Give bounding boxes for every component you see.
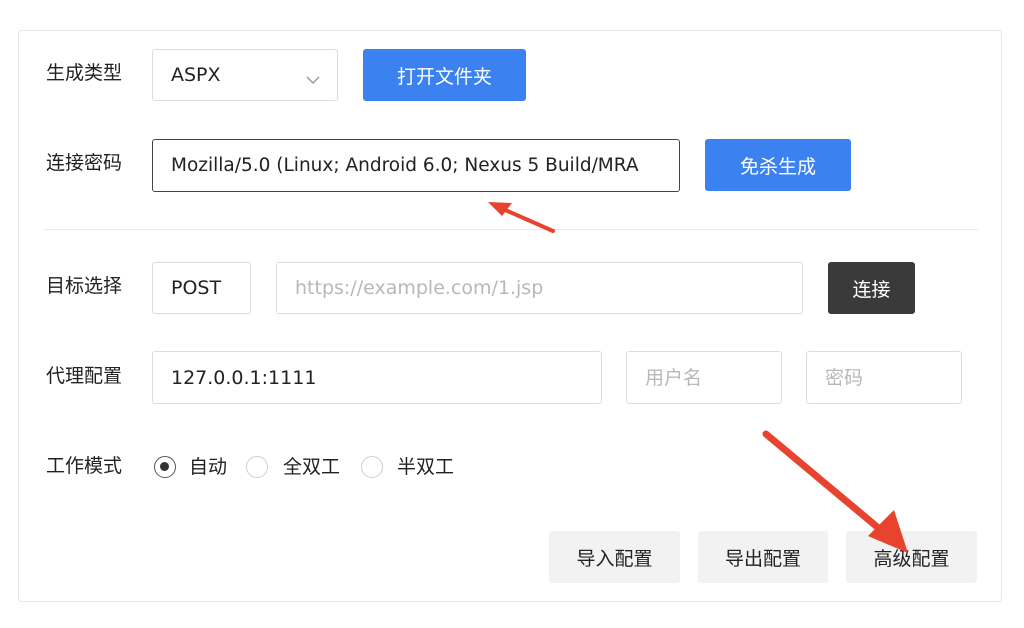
config-panel: [18, 30, 1002, 602]
radio-half-duplex-label[interactable]: 半双工: [397, 455, 454, 479]
advanced-config-button[interactable]: 高级配置: [846, 531, 977, 583]
radio-half-duplex[interactable]: [361, 456, 383, 478]
import-config-button[interactable]: 导入配置: [549, 531, 680, 583]
gen-type-select[interactable]: ASPX: [152, 49, 338, 101]
proxy-address-value: 127.0.0.1:1111: [171, 366, 317, 389]
method-value: POST: [171, 277, 222, 299]
conn-password-input[interactable]: Mozilla/5.0 (Linux; Android 6.0; Nexus 5…: [152, 139, 680, 192]
radio-auto-label[interactable]: 自动: [189, 455, 227, 479]
proxy-username-placeholder: 用户名: [645, 366, 703, 389]
conn-password-value: Mozilla/5.0 (Linux; Android 6.0; Nexus 5…: [171, 154, 639, 176]
proxy-password-placeholder: 密码: [825, 366, 864, 389]
target-url-input[interactable]: https://example.com/1.jsp: [276, 262, 803, 314]
proxy-username-input[interactable]: 用户名: [626, 351, 782, 404]
proxy-password-input[interactable]: 密码: [806, 351, 962, 404]
radio-full-duplex-label[interactable]: 全双工: [283, 455, 340, 479]
open-folder-button[interactable]: 打开文件夹: [363, 49, 526, 101]
chevron-down-icon: [305, 68, 321, 92]
work-mode-label: 工作模式: [46, 455, 123, 477]
target-label: 目标选择: [46, 275, 123, 297]
evade-generate-button[interactable]: 免杀生成: [705, 139, 851, 191]
connect-button[interactable]: 连接: [828, 262, 915, 314]
proxy-label: 代理配置: [46, 365, 123, 387]
gen-type-value: ASPX: [171, 64, 221, 86]
method-select[interactable]: POST: [152, 262, 251, 314]
gen-type-label: 生成类型: [46, 62, 123, 84]
radio-auto[interactable]: [154, 456, 176, 478]
proxy-address-input[interactable]: 127.0.0.1:1111: [152, 351, 602, 404]
export-config-button[interactable]: 导出配置: [698, 531, 828, 583]
target-url-placeholder: https://example.com/1.jsp: [295, 277, 544, 299]
section-divider: [44, 229, 978, 230]
conn-password-label: 连接密码: [46, 152, 123, 174]
radio-full-duplex[interactable]: [246, 456, 268, 478]
